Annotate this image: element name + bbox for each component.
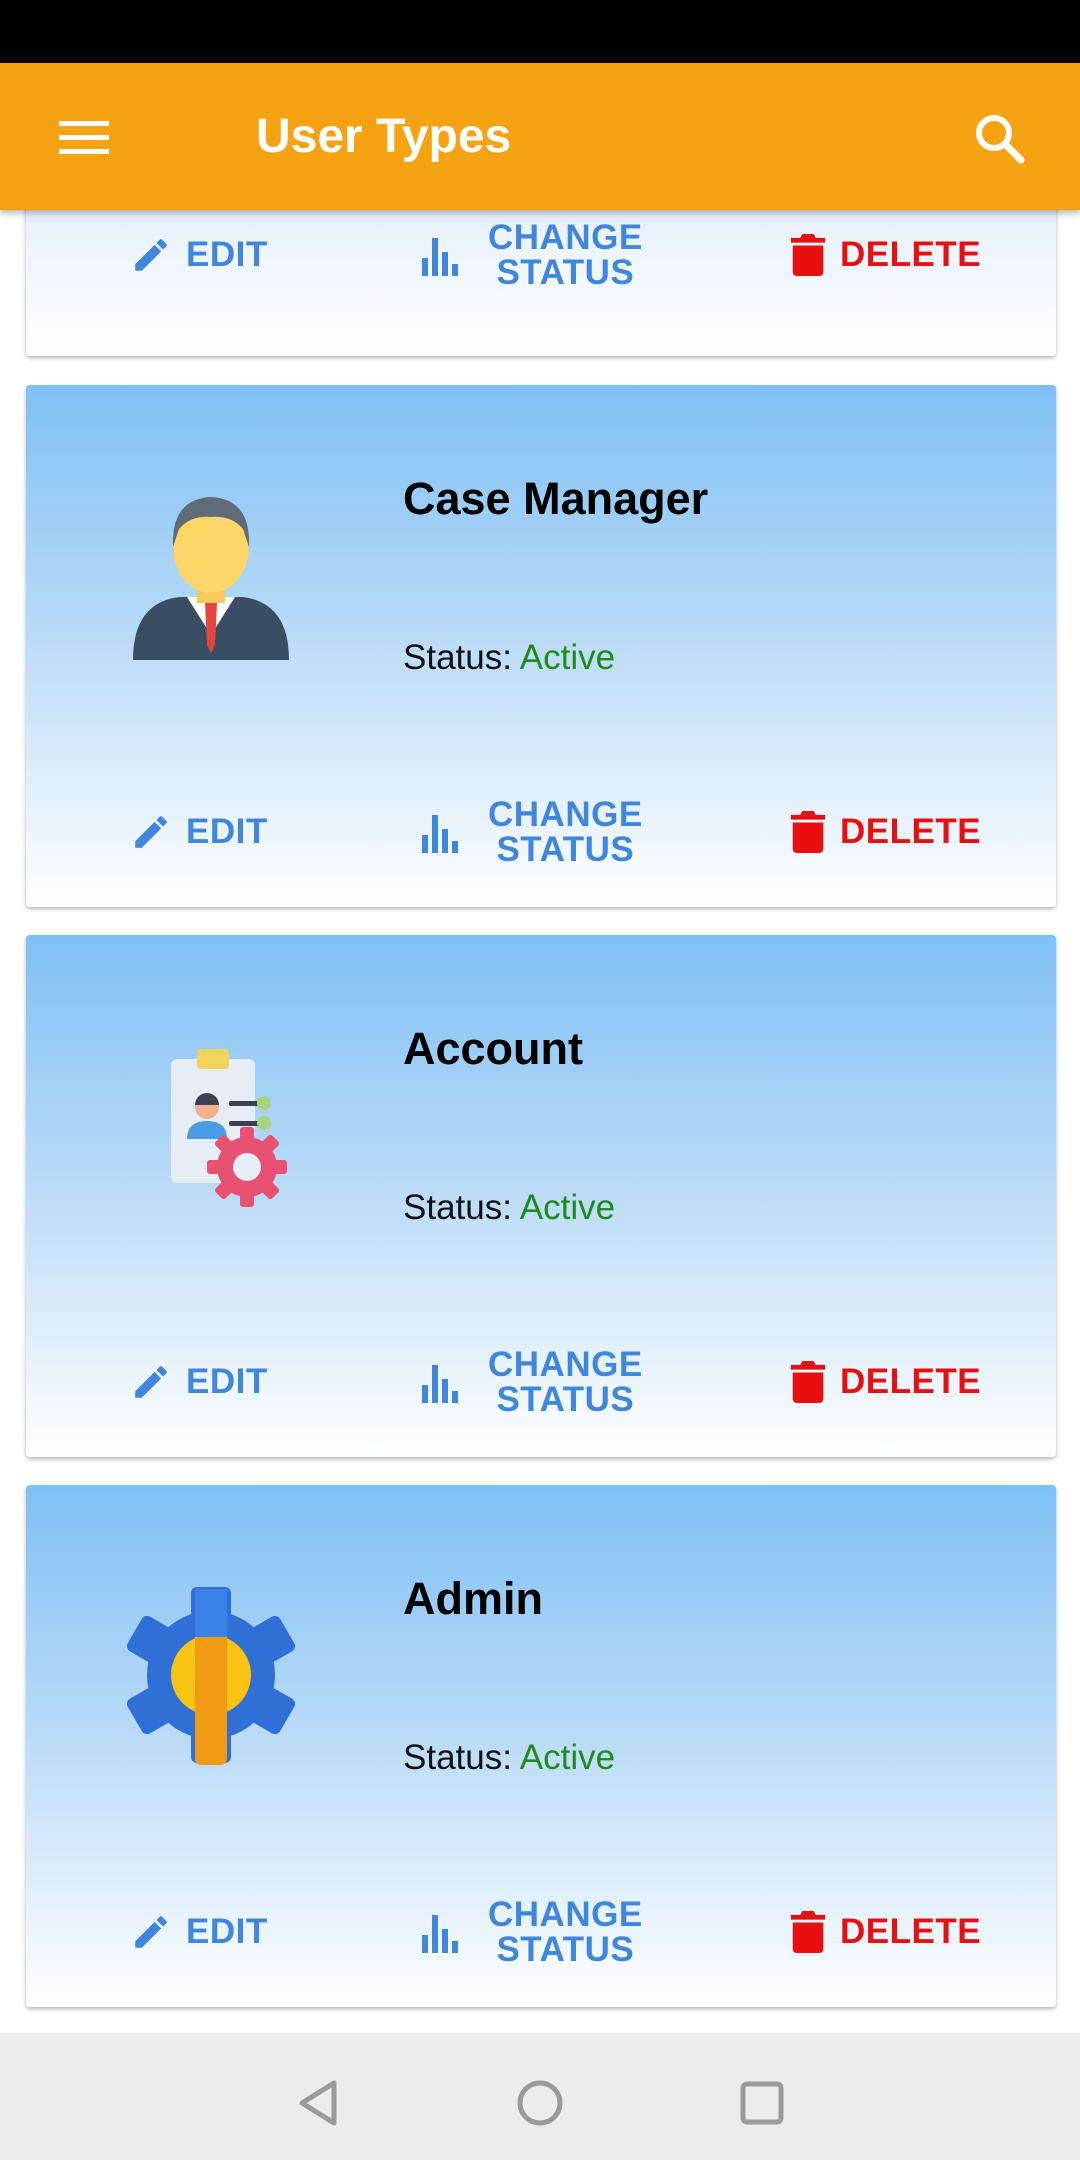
pencil-icon <box>135 816 167 848</box>
gear-wrench-icon <box>121 1585 301 1765</box>
change-status-button[interactable]: CHANGE STATUS <box>420 787 643 877</box>
user-type-name: Account <box>403 1023 583 1074</box>
user-type-card: Account Status: Active EDIT CHANGE STATUS… <box>26 935 1056 1457</box>
user-type-name: Case Manager <box>403 473 709 524</box>
edit-label: EDIT <box>186 235 268 274</box>
trash-icon <box>790 234 826 276</box>
pencil-icon <box>135 1366 167 1398</box>
recents-square-icon[interactable] <box>732 2073 792 2133</box>
edit-button[interactable]: EDIT <box>130 787 268 877</box>
change-status-line1: CHANGE <box>488 1345 643 1384</box>
change-status-button[interactable]: CHANGE STATUS <box>420 210 643 300</box>
status-prefix: Status: <box>403 638 512 677</box>
clipboard-settings-icon <box>121 1035 301 1215</box>
hamburger-menu-icon[interactable] <box>40 103 128 171</box>
change-status-line2: STATUS <box>496 253 635 292</box>
trash-icon <box>790 1911 826 1953</box>
page-title: User Types <box>256 110 512 163</box>
card-actions: EDIT CHANGE STATUS DELETE <box>26 787 1056 877</box>
delete-button[interactable]: DELETE <box>790 210 981 300</box>
delete-label: DELETE <box>840 1362 982 1401</box>
status-value: Active <box>519 1738 616 1777</box>
change-status-line2: STATUS <box>496 830 635 869</box>
edit-button[interactable]: EDIT <box>130 1337 268 1427</box>
home-circle-icon[interactable] <box>510 2073 570 2133</box>
edit-button[interactable]: EDIT <box>130 1887 268 1977</box>
status-value: Active <box>519 638 616 677</box>
delete-button[interactable]: DELETE <box>790 1337 981 1427</box>
change-status-button[interactable]: CHANGE STATUS <box>420 1337 643 1427</box>
delete-button[interactable]: DELETE <box>790 1887 981 1977</box>
bar-chart-icon <box>422 815 458 853</box>
change-status-line1: CHANGE <box>488 795 643 834</box>
status-line: Status: Active <box>403 1188 615 1228</box>
user-type-name: Admin <box>403 1573 543 1624</box>
delete-button[interactable]: DELETE <box>790 787 981 877</box>
delete-label: DELETE <box>840 235 982 274</box>
status-line: Status: Active <box>403 1738 615 1778</box>
bar-chart-icon <box>422 1915 458 1953</box>
app-bar: User Types <box>0 63 1080 210</box>
edit-label: EDIT <box>186 1362 268 1401</box>
card-actions: EDIT CHANGE STATUS DELETE <box>26 210 1056 300</box>
search-icon[interactable] <box>960 103 1040 171</box>
system-nav-bar <box>0 2033 1080 2160</box>
bar-chart-icon <box>422 238 458 276</box>
change-status-button[interactable]: CHANGE STATUS <box>420 1887 643 1977</box>
edit-label: EDIT <box>186 812 268 851</box>
change-status-line2: STATUS <box>496 1380 635 1419</box>
change-status-line2: STATUS <box>496 1930 635 1969</box>
system-status-bar <box>0 0 1080 63</box>
user-type-card: Admin Status: Active EDIT CHANGE STATUS D… <box>26 1485 1056 2007</box>
status-prefix: Status: <box>403 1738 512 1777</box>
bar-chart-icon <box>422 1365 458 1403</box>
delete-label: DELETE <box>840 812 982 851</box>
user-type-card: Case Manager Status: Active EDIT CHANGE S… <box>26 385 1056 907</box>
trash-icon <box>790 1361 826 1403</box>
delete-label: DELETE <box>840 1912 982 1951</box>
status-value: Active <box>519 1188 616 1227</box>
status-line: Status: Active <box>403 638 615 678</box>
card-actions: EDIT CHANGE STATUS DELETE <box>26 1887 1056 1977</box>
change-status-line1: CHANGE <box>488 1895 643 1934</box>
pencil-icon <box>135 239 167 271</box>
status-prefix: Status: <box>403 1188 512 1227</box>
trash-icon <box>790 811 826 853</box>
edit-button[interactable]: EDIT <box>130 210 268 300</box>
back-triangle-icon[interactable] <box>290 2073 350 2133</box>
businessman-avatar-icon <box>121 485 301 665</box>
card-actions: EDIT CHANGE STATUS DELETE <box>26 1337 1056 1427</box>
edit-label: EDIT <box>186 1912 268 1951</box>
pencil-icon <box>135 1916 167 1948</box>
change-status-line1: CHANGE <box>488 218 643 257</box>
